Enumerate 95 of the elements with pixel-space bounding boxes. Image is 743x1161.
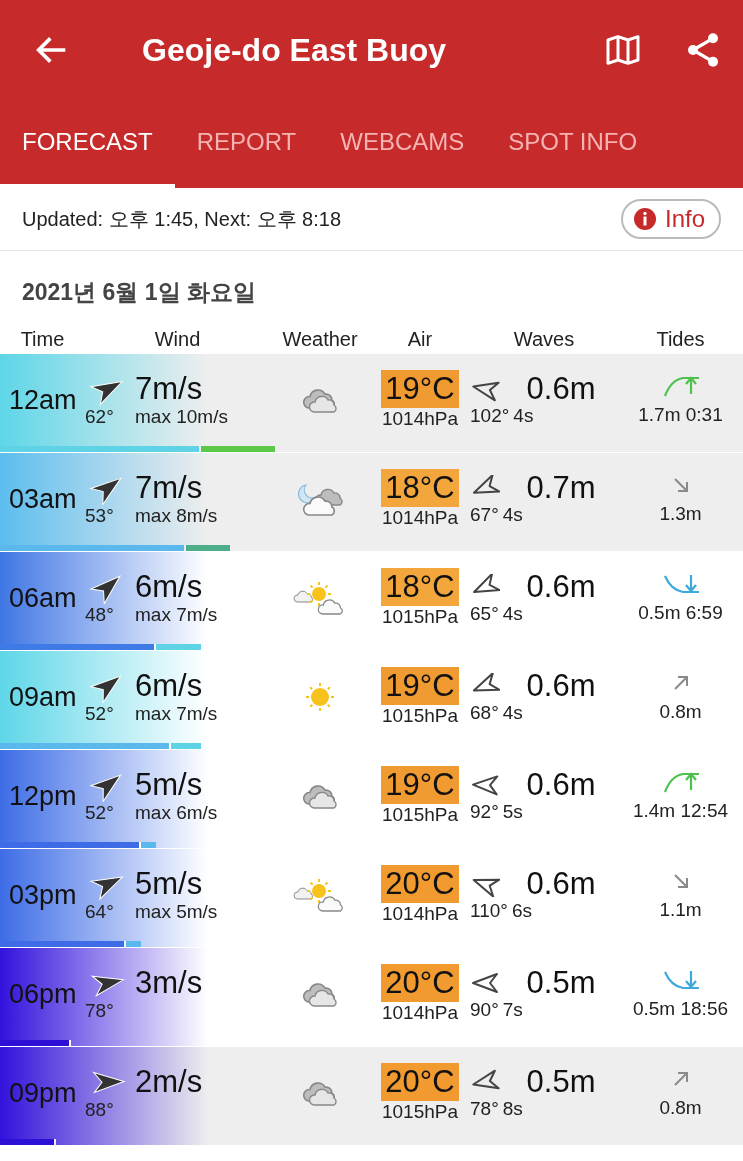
- tide-info: 1.1m: [659, 899, 702, 921]
- time-label: 12am: [8, 384, 78, 416]
- tide-info: 0.8m: [659, 1097, 702, 1119]
- wind-speed: 6m/s: [135, 571, 204, 604]
- wind-gust: max 7m/s: [135, 703, 219, 725]
- time-label: 09pm: [8, 1077, 78, 1109]
- wave-direction: 65°: [470, 603, 499, 626]
- wave-direction: 90°: [470, 999, 499, 1022]
- tide-info: 1.7m 0:31: [638, 404, 723, 426]
- wave-direction: 78°: [470, 1098, 499, 1121]
- wave-height: 0.6m: [526, 768, 597, 802]
- pressure: 1015hPa: [381, 705, 459, 728]
- wave-period: 8s: [502, 1098, 523, 1121]
- time-label: 06pm: [8, 978, 78, 1010]
- info-icon: [632, 207, 657, 231]
- wind-direction: 64°: [85, 901, 115, 923]
- temperature: 19°C: [381, 666, 459, 706]
- wind-direction: 78°: [85, 1000, 115, 1022]
- wave-height: 0.5m: [526, 966, 597, 1000]
- tab[interactable]: SPOT INFO: [486, 100, 660, 188]
- wave-period: 4s: [502, 702, 523, 725]
- wind-direction: 52°: [85, 703, 115, 725]
- wave-arrow-icon: [470, 970, 500, 996]
- wave-direction: 110°: [470, 900, 508, 923]
- wave-height: 0.5m: [526, 1065, 597, 1099]
- wave-period: 7s: [502, 999, 523, 1022]
- wave-arrow-icon: [470, 772, 500, 798]
- tide-info: 0.5m 18:56: [632, 998, 729, 1020]
- wave-height: 0.6m: [526, 570, 597, 604]
- column-header: Waves: [512, 327, 576, 351]
- wind-gust: max 8m/s: [135, 505, 219, 527]
- wave-period: 4s: [502, 504, 523, 527]
- wave-period: 4s: [502, 603, 523, 626]
- wind-direction: 62°: [85, 406, 115, 428]
- time-label: 03pm: [8, 879, 78, 911]
- column-header: Time: [19, 327, 66, 351]
- temperature: 20°C: [381, 1062, 459, 1102]
- tide-info: 0.8m: [659, 701, 702, 723]
- info-button[interactable]: Info: [620, 199, 721, 239]
- wind-direction: 53°: [85, 505, 115, 527]
- tide-info: 0.5m 6:59: [638, 602, 723, 624]
- time-label: 12pm: [8, 780, 78, 812]
- wind-gust: max 10m/s: [135, 406, 229, 428]
- time-label: 06am: [8, 582, 78, 614]
- wind-gust: max 6m/s: [135, 802, 219, 824]
- wave-height: 0.6m: [526, 372, 597, 406]
- time-label: 03am: [8, 483, 78, 515]
- wave-height: 0.6m: [526, 867, 597, 901]
- pressure: 1014hPa: [381, 507, 459, 530]
- wave-period: 5s: [502, 801, 523, 824]
- wind-direction: 48°: [85, 604, 115, 626]
- tide-info: 1.3m: [659, 503, 702, 525]
- time-label: 09am: [8, 681, 78, 713]
- pressure: 1015hPa: [381, 606, 459, 629]
- wave-height: 0.6m: [526, 669, 597, 703]
- wind-speed: 7m/s: [135, 472, 204, 505]
- wave-period: 4s: [513, 405, 534, 428]
- wind-speed: 2m/s: [135, 1066, 204, 1099]
- temperature: 19°C: [381, 765, 459, 805]
- screen-title: Geoje-do East Buoy: [142, 31, 448, 69]
- column-header: Weather: [281, 327, 359, 351]
- pressure: 1014hPa: [381, 1002, 459, 1025]
- date-heading: 2021년 6월 1일 화요일: [21, 278, 257, 307]
- column-header: Tides: [655, 327, 706, 351]
- wind-speed: 5m/s: [135, 769, 204, 802]
- wind-speed: 5m/s: [135, 868, 204, 901]
- wave-direction: 102°: [470, 405, 510, 428]
- wave-period: 6s: [511, 900, 532, 923]
- wind-speed: 3m/s: [135, 967, 204, 1000]
- temperature: 18°C: [381, 468, 459, 508]
- temperature: 20°C: [381, 864, 459, 904]
- pressure: 1015hPa: [381, 804, 459, 827]
- wind-gust: max 5m/s: [135, 901, 219, 923]
- wind-direction: 88°: [85, 1099, 115, 1121]
- tab[interactable]: FORECAST: [0, 100, 175, 188]
- tide-info: 1.4m 12:54: [632, 800, 729, 822]
- wave-direction: 67°: [470, 504, 499, 527]
- column-header: Wind: [153, 327, 202, 351]
- pressure: 1014hPa: [381, 408, 459, 431]
- wave-direction: 68°: [470, 702, 499, 725]
- wave-direction: 92°: [470, 801, 499, 824]
- tab[interactable]: REPORT: [174, 100, 319, 188]
- wind-speed: 7m/s: [135, 373, 204, 406]
- update-status: Updated: 오후 1:45, Next: 오후 8:18: [22, 206, 342, 232]
- temperature: 20°C: [381, 963, 459, 1003]
- column-header: Air: [406, 327, 434, 351]
- wind-speed: 6m/s: [135, 670, 204, 703]
- wind-gust: max 7m/s: [135, 604, 219, 626]
- pressure: 1014hPa: [381, 903, 459, 926]
- tab[interactable]: WEBCAMS: [318, 100, 487, 188]
- temperature: 19°C: [381, 369, 459, 409]
- wave-height: 0.7m: [526, 471, 597, 505]
- wind-direction: 52°: [85, 802, 115, 824]
- temperature: 18°C: [381, 567, 459, 607]
- pressure: 1015hPa: [381, 1101, 459, 1124]
